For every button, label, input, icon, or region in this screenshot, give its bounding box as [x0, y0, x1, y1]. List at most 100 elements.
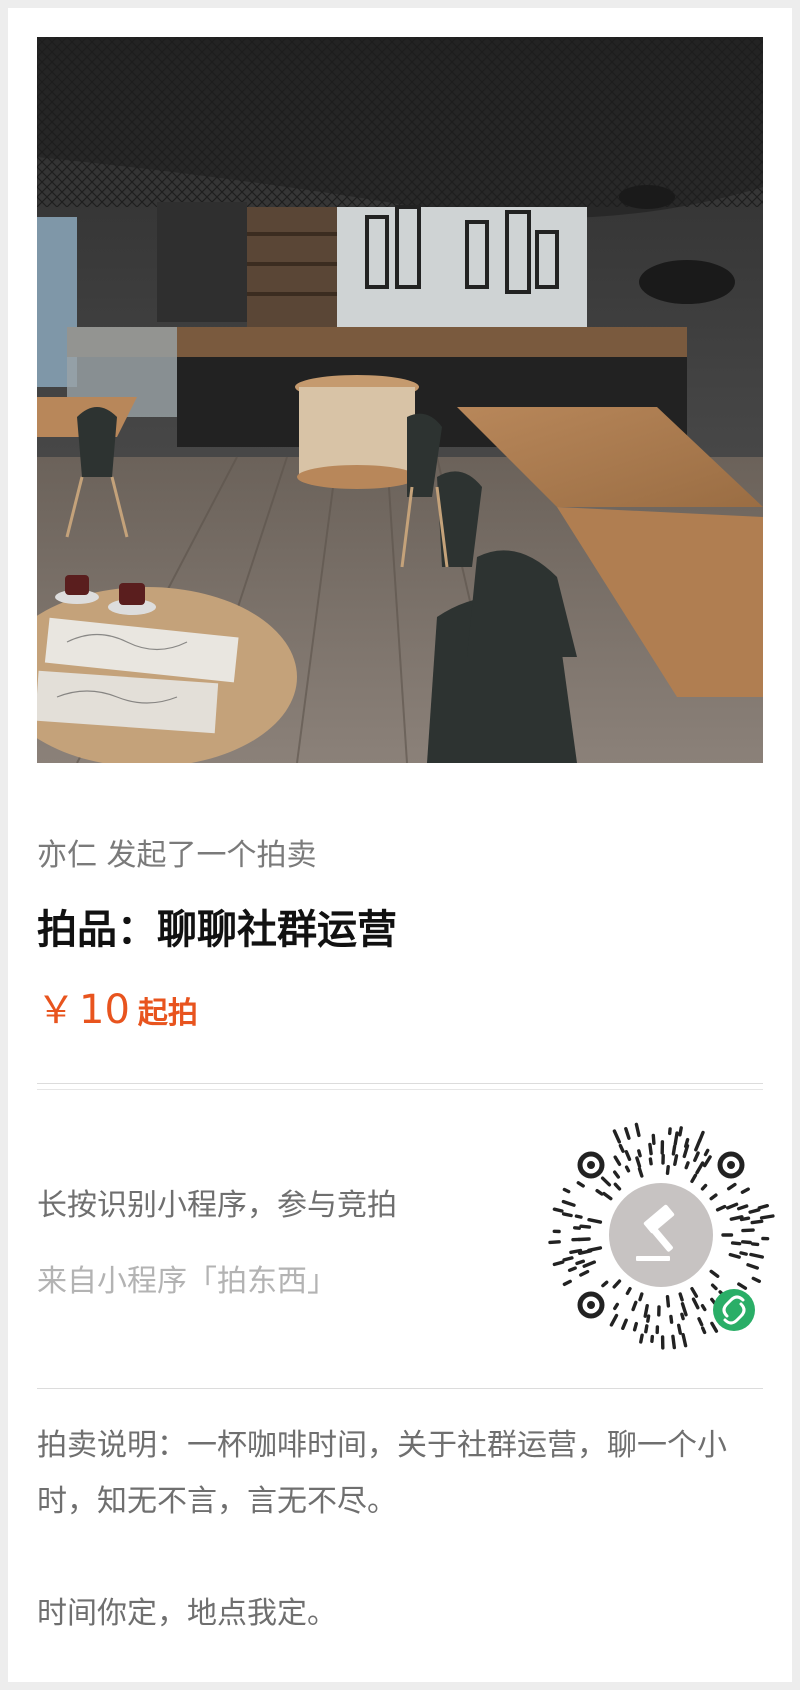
qr-dash [562, 1187, 571, 1194]
qr-dash [648, 1142, 653, 1156]
section-divider [37, 1388, 763, 1389]
qr-dash [700, 1303, 707, 1312]
qr-dash [671, 1334, 677, 1350]
qr-dash [644, 1324, 649, 1334]
qr-dash [646, 1314, 651, 1323]
qr-dash [680, 1312, 685, 1321]
price-amount: 10 [79, 987, 130, 1033]
qr-dash [693, 1151, 700, 1162]
qr-dash [635, 1156, 642, 1168]
qr-dash [695, 1161, 705, 1175]
qr-dash [579, 1224, 592, 1229]
qr-dash [690, 1286, 699, 1298]
qr-dash [651, 1133, 656, 1145]
mini-program-source: 来自小程序「拍东西」 [37, 1264, 337, 1299]
qr-dash [740, 1187, 750, 1194]
qr-dash [625, 1286, 632, 1296]
qr-dash [595, 1188, 604, 1196]
section-divider [37, 1083, 763, 1090]
qr-dash [632, 1321, 639, 1332]
qr-dash [702, 1155, 712, 1168]
qr-dash [710, 1321, 719, 1333]
qr-dash [709, 1269, 720, 1278]
qr-dash [552, 1207, 564, 1213]
qr-dash [746, 1263, 760, 1270]
qr-dash [634, 1122, 641, 1138]
qr-dash [757, 1203, 770, 1210]
qr-dash [673, 1154, 679, 1166]
qr-dash [715, 1204, 727, 1212]
qr-dash [728, 1252, 741, 1259]
qr-dash [624, 1165, 631, 1173]
qr-dash [587, 1217, 603, 1224]
qr-dash [678, 1292, 684, 1302]
qr-dash [561, 1212, 573, 1218]
qr-dash [691, 1297, 700, 1310]
qr-dash [612, 1129, 622, 1144]
qr-dash [567, 1266, 577, 1273]
mini-program-hint: 长按识别小程序，参与竞拍 [37, 1188, 397, 1223]
qr-dash [561, 1199, 576, 1207]
qr-dash [600, 1176, 612, 1187]
qr-dash [697, 1317, 704, 1327]
qr-dash [739, 1216, 751, 1222]
qr-dash [697, 1130, 705, 1143]
qr-dash [676, 1323, 683, 1335]
auction-initiator-text: 亦仁 发起了一个拍卖 [37, 838, 317, 873]
qr-dash [750, 1242, 760, 1247]
qr-dash [710, 1283, 718, 1291]
qr-dash [552, 1260, 565, 1267]
qr-dash [562, 1279, 572, 1287]
qr-dash [569, 1248, 583, 1255]
qr-dash [548, 1240, 561, 1245]
qr-dash [750, 1219, 764, 1225]
description-paragraph: 拍卖说明：一杯咖啡时间，关于社群运营，聊一个小时，知无不言，言无不尽。 [37, 1428, 727, 1519]
qr-dash [576, 1181, 585, 1188]
qr-dash [740, 1240, 752, 1245]
qr-dash [669, 1314, 674, 1324]
qr-dash [637, 1149, 642, 1158]
qr-dash [681, 1332, 688, 1348]
qr-dash [700, 1326, 707, 1335]
qr-dash [671, 1144, 677, 1156]
qr-dash [749, 1252, 765, 1259]
qr-dash [575, 1259, 585, 1266]
qr-dash [638, 1292, 644, 1302]
qr-dash [609, 1313, 619, 1327]
qr-dash [582, 1260, 596, 1268]
qr-dash [612, 1170, 621, 1179]
qr-dash [709, 1193, 718, 1201]
qr-dash [618, 1143, 625, 1153]
qr-dash [562, 1256, 574, 1262]
qr-dash [748, 1208, 761, 1214]
qr-dash [736, 1204, 749, 1211]
qr-dash [665, 1294, 671, 1308]
qr-dash [574, 1214, 583, 1219]
qr-dash [621, 1318, 628, 1331]
qr-dash [613, 1155, 622, 1166]
qr-dash [624, 1150, 632, 1161]
qr-dash [601, 1280, 609, 1288]
mini-program-qr-code[interactable] [546, 1120, 776, 1350]
qr-dash [725, 1202, 739, 1210]
qr-dash [683, 1137, 690, 1149]
qr-dash [624, 1126, 631, 1140]
qr-code-graphic [548, 1122, 775, 1350]
auction-description: 拍卖说明：一杯咖啡时间，关于社群运营，聊一个小时，知无不言，言无不尽。 时间你定… [37, 1418, 767, 1642]
qr-dash [684, 1161, 690, 1170]
qr-dash [678, 1126, 683, 1137]
qr-dash [703, 1148, 710, 1157]
auction-share-card: 亦仁 发起了一个拍卖 拍品：聊聊社群运营 ￥ 10 起拍 长按识别小程序，参与竞拍 … [8, 8, 792, 1682]
auction-item-title: 拍品：聊聊社群运营 [37, 907, 397, 953]
qr-dash [602, 1191, 613, 1201]
qr-dash [730, 1241, 742, 1246]
description-paragraph: 时间你定，地点我定。 [37, 1596, 337, 1631]
cafe-photo-illustration [37, 37, 763, 763]
qr-dash [643, 1303, 649, 1318]
price-currency: ￥ [37, 988, 76, 1032]
qr-dash [631, 1300, 638, 1312]
qr-dash [739, 1251, 748, 1256]
qr-dash [759, 1214, 775, 1220]
link-icon [713, 1289, 755, 1331]
